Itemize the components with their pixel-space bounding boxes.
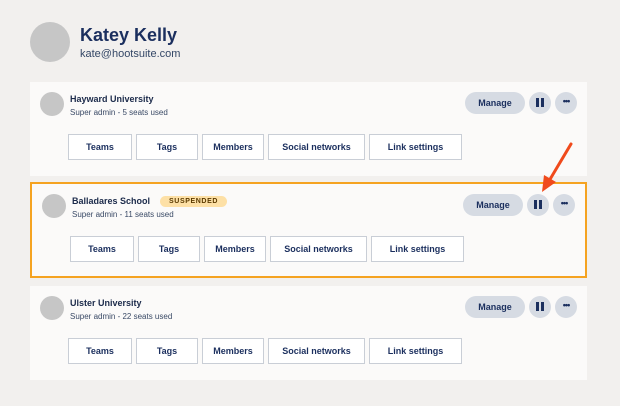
manage-button[interactable]: Manage [465,92,525,114]
org-subtitle: Super admin - 5 seats used [70,108,168,117]
more-icon: ••• [560,198,569,208]
manage-button[interactable]: Manage [465,296,525,318]
tab-link-settings[interactable]: Link settings [371,236,464,262]
avatar [30,22,70,62]
org-actions: Manage ••• [465,92,577,114]
org-subtitle: Super admin - 22 seats used [70,312,173,321]
profile-email: kate@hootsuite.com [80,47,181,60]
pause-button[interactable] [529,296,551,318]
org-card: Ulster University Super admin - 22 seats… [30,286,587,380]
org-tabs: Teams Tags Members Social networks Link … [68,338,466,364]
org-header: Ulster University Super admin - 22 seats… [40,296,172,321]
org-name: Balladares School [72,196,151,206]
more-button[interactable]: ••• [553,194,575,216]
profile-text: Katey Kelly kate@hootsuite.com [80,24,180,61]
profile-header: Katey Kelly kate@hootsuite.com [30,22,180,62]
manage-button[interactable]: Manage [463,194,523,216]
org-card: Hayward University Super admin - 5 seats… [30,82,587,176]
tab-social-networks[interactable]: Social networks [268,338,365,364]
tab-link-settings[interactable]: Link settings [369,338,462,364]
pause-icon [535,94,545,112]
tab-members[interactable]: Members [202,134,264,160]
more-icon: ••• [562,96,571,106]
org-name: Hayward University [70,94,154,104]
pause-button[interactable] [529,92,551,114]
tab-tags[interactable]: Tags [136,338,198,364]
tab-social-networks[interactable]: Social networks [268,134,365,160]
tab-tags[interactable]: Tags [136,134,198,160]
more-icon: ••• [562,300,571,310]
pause-button[interactable] [527,194,549,216]
tab-teams[interactable]: Teams [68,338,132,364]
org-actions: Manage ••• [465,296,577,318]
tab-tags[interactable]: Tags [138,236,200,262]
suspended-badge: SUSPENDED [160,195,227,207]
avatar [42,194,66,218]
tab-teams[interactable]: Teams [68,134,132,160]
tab-members[interactable]: Members [204,236,266,262]
profile-name: Katey Kelly [80,24,178,45]
tab-teams[interactable]: Teams [70,236,134,262]
org-actions: Manage ••• [463,194,575,216]
avatar [40,92,64,116]
org-subtitle: Super admin - 11 seats used [72,210,174,219]
org-tabs: Teams Tags Members Social networks Link … [68,134,466,160]
tab-members[interactable]: Members [202,338,264,364]
tab-social-networks[interactable]: Social networks [270,236,367,262]
more-button[interactable]: ••• [555,296,577,318]
org-header: Hayward University Super admin - 5 seats… [40,92,168,117]
pause-icon [533,196,543,214]
org-header: Balladares School SUSPENDED Super admin … [42,194,227,219]
avatar [40,296,64,320]
pause-icon [535,298,545,316]
org-tabs: Teams Tags Members Social networks Link … [70,236,468,262]
more-button[interactable]: ••• [555,92,577,114]
tab-link-settings[interactable]: Link settings [369,134,462,160]
org-name: Ulster University [70,298,142,308]
org-card-highlighted: Balladares School SUSPENDED Super admin … [30,182,587,278]
